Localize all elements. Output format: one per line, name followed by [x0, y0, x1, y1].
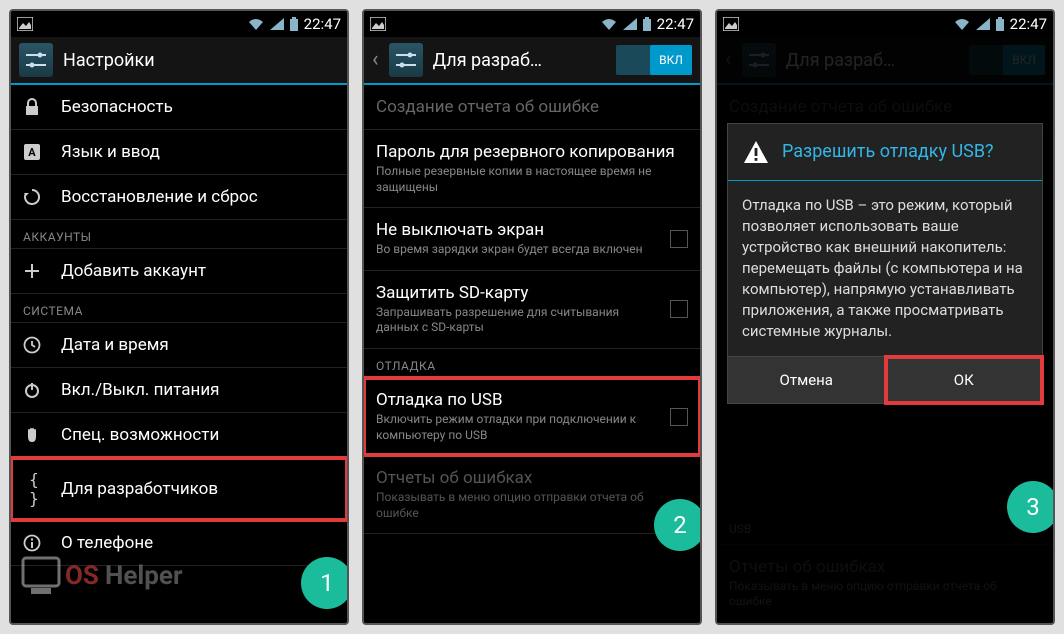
toggle-label: ВКЛ [650, 45, 692, 75]
step-badge-2: 2 [654, 499, 702, 551]
list-item-usb-debugging[interactable]: Отладка по USB Включить режим отладки пр… [364, 378, 700, 456]
back-chevron-icon[interactable]: ‹ [372, 49, 379, 71]
list-item-label: Отладка по USB [376, 390, 654, 410]
list-item-subtitle: Показывать в меню опцию отправки отчета … [376, 490, 688, 521]
list-item-security[interactable]: Безопасность [11, 85, 347, 130]
image-icon [370, 17, 386, 31]
category-debug: ОТЛАДКА [364, 349, 700, 378]
plus-icon [23, 262, 45, 280]
step-badge-3: 3 [1007, 481, 1055, 533]
list-item-label: Пароль для резервного копирования [376, 142, 688, 162]
list-item-datetime[interactable]: Дата и время [11, 323, 347, 368]
settings-icon[interactable] [389, 43, 423, 77]
phone-screen-2: 22:47 ‹ Для разраб… ВКЛ Создание отчета … [362, 9, 702, 625]
category-system: СИСТЕМА [11, 294, 347, 323]
list-item-language[interactable]: A Язык и ввод [11, 130, 347, 175]
dialog-buttons: Отмена ОК [728, 356, 1042, 403]
svg-text:A: A [28, 146, 36, 159]
svg-text:OS: OS [65, 561, 99, 591]
ok-button[interactable]: ОК [885, 357, 1043, 403]
list-item-subtitle: Запрашивать разрешение для считывания да… [376, 305, 654, 336]
battery-icon [643, 17, 651, 31]
clock-icon [23, 336, 45, 354]
dialog-title: Разрешить отладку USB? [782, 141, 994, 163]
list-item-power[interactable]: Вкл./Выкл. питания [11, 368, 347, 413]
phone-screen-3: 22:47 ‹ Для разраб… ВКЛ Создание отчета … [715, 9, 1055, 625]
list-item-protect-sd[interactable]: Защитить SD-карту Запрашивать разрешение… [364, 271, 700, 349]
list-item-label: Дата и время [61, 335, 335, 355]
signal-icon [623, 18, 637, 30]
list-item-subtitle: Полные резервные копии в настоящее время… [376, 164, 688, 195]
list-item-label: Безопасность [61, 97, 335, 117]
checkbox[interactable] [670, 230, 688, 248]
list-item-add-account[interactable]: Добавить аккаунт [11, 249, 347, 294]
braces-icon: { } [23, 470, 45, 508]
clock-text: 22:47 [304, 15, 341, 33]
warning-icon [742, 138, 770, 166]
list-item-label: Вкл./Выкл. питания [61, 380, 335, 400]
clock-text: 22:47 [657, 15, 694, 33]
image-icon [723, 17, 739, 31]
wifi-icon [601, 18, 617, 30]
power-icon [23, 381, 45, 399]
phone-screen-1: 22:47 Настройки Безопасность A Язык и вв… [9, 9, 349, 625]
image-icon [17, 17, 33, 31]
battery-icon [290, 17, 298, 31]
header: Настройки [11, 37, 347, 85]
list-item-accessibility[interactable]: Спец. возможности [11, 413, 347, 458]
list-item-label: Язык и ввод [61, 142, 335, 162]
list-item-label: Создание отчета об ошибке [376, 97, 688, 117]
list-item-label: Не выключать экран [376, 220, 654, 240]
developer-toggle[interactable]: ВКЛ [616, 45, 692, 75]
list-item-developer-options[interactable]: { } Для разработчиков [11, 458, 347, 521]
restore-icon [23, 188, 45, 206]
page-title: Настройки [63, 50, 339, 71]
status-bar: 22:47 [364, 11, 700, 37]
list-item-subtitle: Во время зарядки экран будет всегда вклю… [376, 242, 654, 258]
list-item-error-reports: Отчеты об ошибках Показывать в меню опци… [364, 456, 700, 534]
cancel-button[interactable]: Отмена [728, 357, 885, 403]
hand-icon [23, 426, 45, 444]
signal-icon [976, 18, 990, 30]
list-item-restore[interactable]: Восстановление и сброс [11, 175, 347, 220]
wifi-icon [954, 18, 970, 30]
list-item-label: Восстановление и сброс [61, 187, 335, 207]
status-bar: 22:47 [717, 11, 1053, 37]
list-item-label: Отчеты об ошибках [376, 468, 688, 488]
settings-list: Безопасность A Язык и ввод Восстановлени… [11, 85, 347, 566]
lock-icon [23, 98, 45, 116]
list-item-label: Спец. возможности [61, 425, 335, 445]
dialog-header: Разрешить отладку USB? [728, 124, 1042, 181]
info-icon [23, 534, 45, 552]
wifi-icon [248, 18, 264, 30]
battery-icon [996, 17, 1004, 31]
list-item-label: О телефоне [61, 533, 335, 553]
list-item-label: Для разработчиков [61, 479, 335, 499]
list-item-subtitle: Включить режим отладки при подключении к… [376, 412, 654, 443]
checkbox[interactable] [670, 300, 688, 318]
step-badge-1: 1 [301, 557, 349, 609]
checkbox[interactable] [670, 408, 688, 426]
signal-icon [270, 18, 284, 30]
list-item-label: Защитить SD-карту [376, 283, 654, 303]
svg-text:Helper: Helper [105, 561, 183, 591]
developer-list: Создание отчета об ошибке Пароль для рез… [364, 85, 700, 534]
dialog-body: Отладка по USB – это режим, который позв… [728, 181, 1042, 356]
usb-debug-dialog: Разрешить отладку USB? Отладка по USB – … [727, 123, 1043, 404]
header: ‹ Для разраб… ВКЛ [364, 37, 700, 85]
settings-icon [19, 43, 53, 77]
status-bar: 22:47 [11, 11, 347, 37]
clock-text: 22:47 [1010, 15, 1047, 33]
watermark: OS Helper [21, 552, 191, 598]
page-title: Для разраб… [433, 50, 606, 71]
category-accounts: АККАУНТЫ [11, 220, 347, 249]
list-item-bugreport: Создание отчета об ошибке [364, 85, 700, 130]
list-item-label: Добавить аккаунт [61, 261, 335, 281]
language-icon: A [23, 143, 45, 161]
list-item-backup-password[interactable]: Пароль для резервного копирования Полные… [364, 130, 700, 208]
list-item-stay-awake[interactable]: Не выключать экран Во время зарядки экра… [364, 208, 700, 271]
